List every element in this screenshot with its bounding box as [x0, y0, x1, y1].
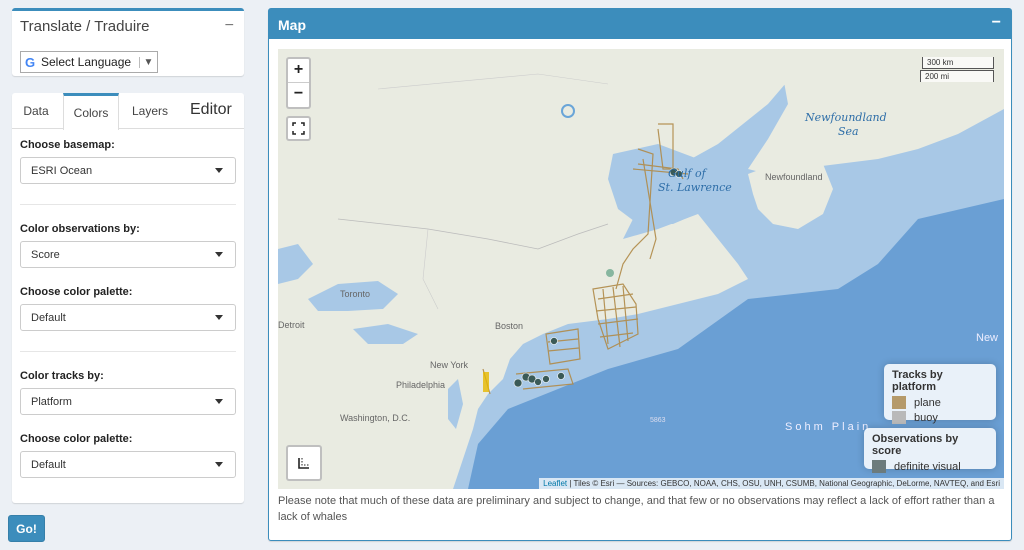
translate-panel: Translate / Traduire − G Select Language…	[12, 8, 244, 76]
legend-tracks: Tracks by platform plane buoy	[884, 364, 996, 424]
tracks-color-select[interactable]: Platform	[20, 388, 236, 415]
label-sohm-plain: Sohm Plain	[785, 421, 872, 433]
tracks-palette-select[interactable]: Default	[20, 451, 236, 478]
fullscreen-icon	[292, 122, 305, 135]
draw-rectangle-icon	[298, 458, 309, 469]
caret-down-icon	[215, 462, 223, 467]
label-boston: Boston	[495, 321, 524, 331]
zoom-control: + −	[286, 57, 311, 109]
scale-bar-km: 300 km	[922, 57, 994, 69]
legend-label: plane	[914, 396, 941, 409]
google-icon: G	[24, 54, 36, 70]
tracks-palette-label: Choose color palette:	[20, 433, 133, 445]
tracks-palette-value: Default	[31, 458, 66, 471]
tab-layers[interactable]: Layers	[122, 93, 178, 129]
basemap-select[interactable]: ESRI Ocean	[20, 157, 236, 184]
label-detroit: Detroit	[278, 320, 305, 330]
divider	[20, 351, 236, 352]
tracks-color-label: Color tracks by:	[20, 370, 104, 382]
label-new-york: New York	[430, 360, 469, 370]
label-gulf: Gulf of	[668, 167, 706, 180]
obs-palette-select[interactable]: Default	[20, 304, 236, 331]
translate-title: Translate / Traduire	[20, 18, 150, 35]
obs-color-label: Color observations by:	[20, 223, 140, 235]
legend-swatch	[892, 396, 906, 409]
attribution-text: | Tiles © Esri — Sources: GEBCO, NOAA, C…	[567, 479, 1000, 488]
basemap-label: Choose basemap:	[20, 139, 115, 151]
label-newfoundland-sea-2: Sea	[838, 125, 859, 138]
draw-tool-button[interactable]	[286, 445, 322, 481]
legend-item: buoy	[892, 410, 988, 425]
label-philadelphia: Philadelphia	[396, 380, 446, 390]
editor-title: Editor	[190, 101, 232, 118]
tab-colors[interactable]: Colors	[63, 93, 119, 130]
zoom-in-button[interactable]: +	[288, 59, 309, 83]
zoom-out-button[interactable]: −	[288, 83, 309, 107]
label-washington: Washington, D.C.	[340, 413, 411, 423]
label-gulf-2: St. Lawrence	[658, 181, 732, 194]
map-attribution: Leaflet | Tiles © Esri — Sources: GEBCO,…	[539, 478, 1004, 489]
leaflet-link[interactable]: Leaflet	[543, 479, 567, 488]
label-newfoundland-sea: Newfoundland	[805, 111, 887, 124]
map-header: Map −	[269, 9, 1011, 39]
caret-down-icon	[215, 168, 223, 173]
dropdown-arrow-icon: ▼	[139, 56, 157, 68]
legend-label: buoy	[914, 411, 938, 424]
language-select-label: Select Language	[41, 55, 132, 69]
caret-down-icon	[215, 399, 223, 404]
obs-color-value: Score	[31, 248, 60, 261]
obs-palette-value: Default	[31, 311, 66, 324]
data-disclaimer: Please note that much of these data are …	[278, 495, 995, 523]
caret-down-icon	[215, 252, 223, 257]
basemap-value: ESRI Ocean	[31, 164, 93, 177]
legend-swatch	[892, 411, 906, 424]
legend-tracks-title: Tracks by platform	[892, 369, 943, 393]
legend-swatch	[872, 460, 886, 473]
editor-panel: Data Colors Layers Editor Choose basemap…	[12, 93, 244, 503]
collapse-icon[interactable]: −	[225, 17, 234, 35]
scale-bar-mi: 200 mi	[920, 70, 994, 82]
legend-item: plane	[892, 395, 988, 410]
obs-palette-label: Choose color palette:	[20, 286, 133, 298]
tab-data[interactable]: Data	[12, 93, 60, 129]
map-title: Map	[278, 17, 306, 33]
tracks-color-value: Platform	[31, 395, 72, 408]
go-button[interactable]: Go!	[8, 515, 45, 542]
map-canvas[interactable]: Newfoundland Sea Gulf of St. Lawrence Ne…	[278, 49, 1004, 489]
collapse-icon[interactable]: −	[992, 14, 1001, 32]
label-new: New	[976, 332, 999, 344]
legend-observations: Observations by score definite visual	[864, 428, 996, 473]
map-panel: Map − Newfoundland Sea Gulf of St. Lawre…	[268, 8, 1012, 541]
caret-down-icon	[215, 315, 223, 320]
divider	[20, 204, 236, 205]
language-select[interactable]: G Select Language ▼	[20, 51, 158, 73]
label-newfoundland: Newfoundland	[765, 172, 823, 182]
legend-label: definite visual	[894, 460, 961, 473]
legend-obs-title: Observations by score	[872, 433, 959, 457]
legend-item: definite visual	[872, 459, 988, 474]
fullscreen-button[interactable]	[286, 116, 311, 141]
label-toronto: Toronto	[340, 289, 371, 299]
label-depth: 5863	[650, 417, 666, 424]
obs-color-select[interactable]: Score	[20, 241, 236, 268]
